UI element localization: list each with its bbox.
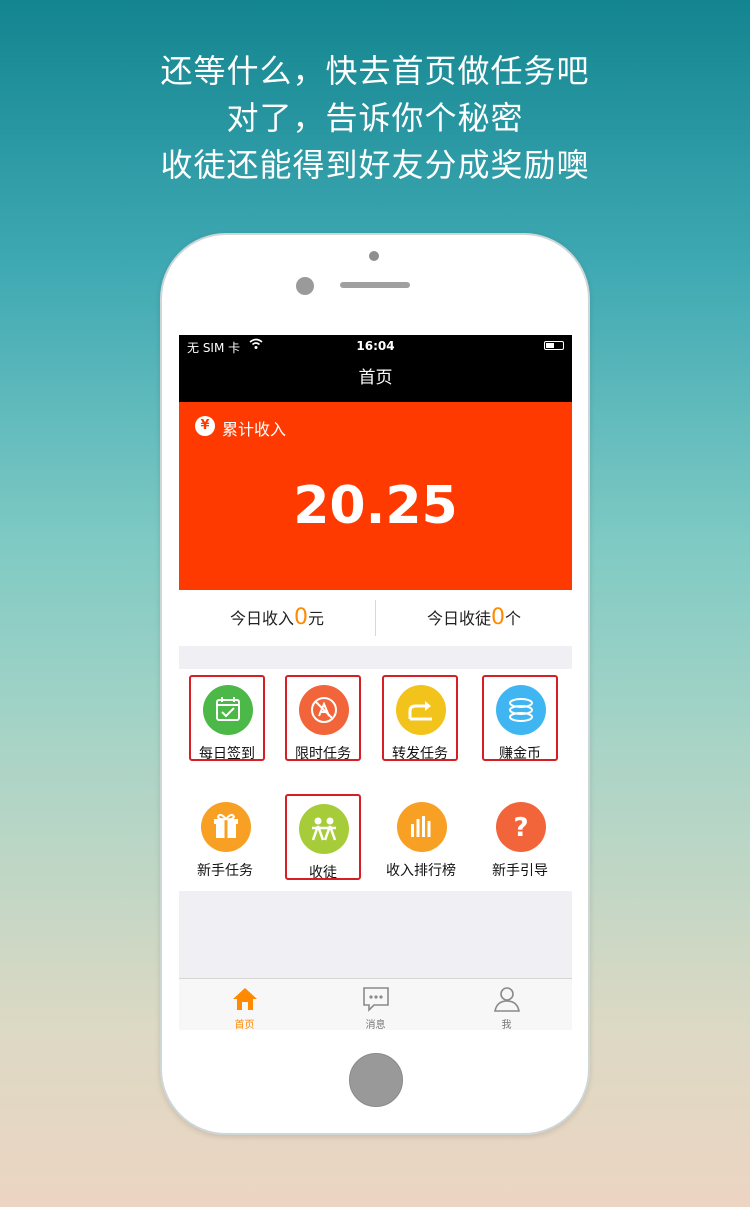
earpiece-speaker [340,282,410,288]
tab-label: 我 [501,1020,512,1030]
headline-line-3: 收徒还能得到好友分成奖励噢 [160,146,590,184]
proximity-sensor [369,251,379,261]
today-income-unit: 元 [308,609,325,628]
income-label: 累计收入 [222,420,287,439]
today-stats: 今日收入0元 今日收徒0个 [179,590,572,646]
today-income[interactable]: 今日收入0元 [179,590,375,646]
battery-icon [544,341,564,350]
today-apprentice-value: 0 [491,605,505,630]
grid-item-newbie-task[interactable]: 新手任务 [189,794,265,880]
yen-icon: ¥ [195,416,215,436]
tab-messages[interactable]: 消息 [310,979,441,1030]
headline-line-2: 对了，告诉你个秘密 [226,99,524,137]
today-apprentice-unit: 个 [505,609,522,628]
headline-line-1: 还等什么，快去首页做任务吧 [160,52,590,90]
svg-text:?: ? [513,813,528,843]
page-title: 首页 [358,368,393,388]
tab-home[interactable]: 首页 [179,979,310,1030]
grid-item-label: 收入排行榜 [386,863,456,879]
calendar-check-icon [203,685,253,735]
grid-item-apprentice[interactable]: 收徒 [285,794,361,881]
person-icon [494,987,520,1012]
tab-label: 消息 [365,1020,386,1030]
grid-item-label: 每日签到 [199,746,255,762]
grid-item-label: 转发任务 [392,746,448,762]
today-apprentice-prefix: 今日收徒 [426,609,491,628]
share-icon [396,685,446,735]
grid-item-label: 新手任务 [197,863,253,879]
home-icon [233,988,257,1010]
tab-label: 首页 [234,1020,255,1030]
coins-icon [496,685,546,735]
income-value: 20.25 [293,476,458,536]
feature-grid: 每日签到 限时任务 转发任务 赚金币 新手任务 收徒 收入排行榜 ? 新手引导 [179,669,572,891]
today-income-value: 0 [294,605,308,630]
grid-item-limited-task[interactable]: 限时任务 [285,675,361,762]
grid-item-label: 新手引导 [492,863,548,879]
nav-bar: 首页 [179,357,572,402]
tab-bar: 首页 消息 我 [179,978,572,1030]
people-icon [299,804,349,854]
grid-item-earn-coins[interactable]: 赚金币 [482,675,558,762]
income-card[interactable]: ¥ 累计收入 20.25 [179,402,572,590]
tab-me[interactable]: 我 [441,979,572,1030]
app-store-icon [299,685,349,735]
grid-item-daily-checkin[interactable]: 每日签到 [189,675,265,762]
question-icon: ? [496,802,546,852]
today-income-prefix: 今日收入 [229,609,294,628]
status-time: 16:04 [356,339,395,353]
status-bar: 无 SIM 卡 16:04 [179,335,572,357]
grid-item-label: 限时任务 [295,746,351,762]
message-icon [363,987,389,1012]
bar-chart-icon [397,802,447,852]
gift-icon [201,802,251,852]
grid-item-label: 赚金币 [499,746,541,762]
grid-item-newbie-guide[interactable]: ? 新手引导 [484,794,560,880]
grid-item-label: 收徒 [309,865,337,881]
app-screen: 无 SIM 卡 16:04 首页 ¥ 累计收入 20.25 今日收入0元 今日收… [179,335,572,1030]
home-button[interactable] [349,1053,403,1107]
today-apprentice[interactable]: 今日收徒0个 [376,590,572,646]
promo-headline: 还等什么，快去首页做任务吧 对了，告诉你个秘密 收徒还能得到好友分成奖励噢 [0,48,750,189]
grid-item-share-task[interactable]: 转发任务 [382,675,458,762]
grid-item-income-ranking[interactable]: 收入排行榜 [385,794,461,880]
front-camera [296,277,314,295]
